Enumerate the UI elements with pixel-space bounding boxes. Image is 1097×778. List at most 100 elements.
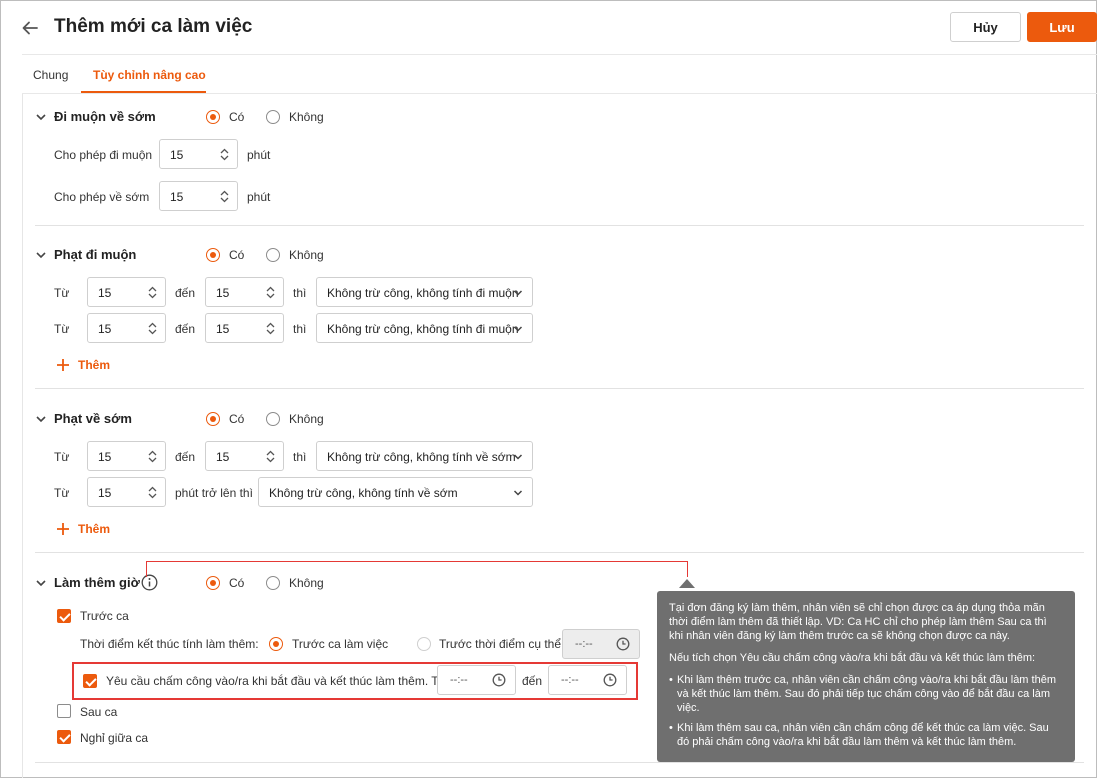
section-title-overtime: Làm thêm giờ [54,575,140,590]
late-penalty-to-value: 15 [216,286,230,300]
allow-early-label: Cho phép về sớm [54,190,150,204]
back-arrow-icon[interactable] [20,18,40,38]
spinner-icon[interactable] [266,450,275,463]
before-shift-checkbox[interactable] [57,609,71,623]
spinner-icon[interactable] [266,286,275,299]
add-label: Thêm [78,358,111,372]
late-penalty-no-radio[interactable] [266,248,280,262]
late-penalty-action-value: Không trừ công, không tính đi muộn [327,286,519,300]
collapse-chevron-icon[interactable] [35,577,47,589]
before-specific-time-label: Trước thời điểm cụ thể [439,637,562,651]
late-early-yes-radio[interactable] [206,110,220,124]
tooltip-bullet: Khi làm thêm sau ca, nhân viên cần chấm … [669,721,1063,749]
overtime-yes-radio[interactable] [206,576,220,590]
spinner-icon[interactable] [266,322,275,335]
to-label: đến [175,322,196,336]
spinner-icon[interactable] [148,286,157,299]
tooltip-paragraph: Nếu tích chọn Yêu cầu chấm công vào/ra k… [669,652,1036,664]
specific-time-input[interactable]: --:-- [562,629,640,659]
early-penalty-from-value: 15 [98,450,112,464]
page-title: Thêm mới ca làm việc [54,16,253,37]
late-penalty-to-input[interactable]: 15 [205,277,284,307]
late-penalty-from-input[interactable]: 15 [87,277,166,307]
early-penalty-from-input[interactable]: 15 [87,441,166,471]
allow-late-label: Cho phép đi muộn [54,148,153,162]
require-checkin-checkbox[interactable] [83,674,97,688]
radio-label-yes: Có [229,576,245,590]
late-penalty-to-value: 15 [216,322,230,336]
collapse-chevron-icon[interactable] [35,249,47,261]
late-penalty-action-select[interactable]: Không trừ công, không tính đi muộn [316,313,533,343]
to-label: đến [522,674,543,688]
early-penalty-yes-radio[interactable] [206,412,220,426]
from-label: Từ [54,450,70,464]
late-penalty-from-value: 15 [98,286,112,300]
left-divider [22,94,23,778]
late-penalty-action-value: Không trừ công, không tính đi muộn [327,322,519,336]
unit-label: phút [247,148,271,162]
section-title-late-early: Đi muộn về sớm [54,109,156,124]
to-time-value: --:-- [561,674,579,686]
tooltip-list: Khi làm thêm trước ca, nhân viên cần chấ… [669,673,1063,749]
minutes-or-more-label: phút trở lên thì [175,486,253,500]
then-label: thì [293,450,307,464]
chevron-down-icon [513,290,523,296]
overtime-no-radio[interactable] [266,576,280,590]
early-penalty-action-select[interactable]: Không trừ công, không tính về sớm [258,477,533,507]
chevron-down-icon [513,454,523,460]
late-penalty-from-input[interactable]: 15 [87,313,166,343]
before-shift-option-label: Trước ca làm việc [292,637,389,651]
spinner-icon[interactable] [148,450,157,463]
add-late-penalty-button[interactable]: Thêm [56,358,110,372]
overtime-from-time-input[interactable]: --:-- [437,665,516,695]
break-label: Nghỉ giữa ca [80,731,149,745]
after-shift-label: Sau ca [80,705,118,719]
from-label: Từ [54,486,70,500]
allow-late-input[interactable]: 15 [159,139,238,169]
tab-advanced-settings[interactable]: Tùy chỉnh nâng cao [93,68,206,82]
clock-icon [492,673,506,687]
tooltip-arrow [679,579,695,588]
section-divider [35,552,1084,553]
clock-icon [603,673,617,687]
before-specific-time-radio[interactable] [417,637,431,651]
break-checkbox[interactable] [57,730,71,744]
early-penalty-action-select[interactable]: Không trừ công, không tính về sớm [316,441,533,471]
allow-early-input[interactable]: 15 [159,181,238,211]
early-penalty-from-input[interactable]: 15 [87,477,166,507]
spinner-icon[interactable] [220,190,229,203]
tooltip-paragraph: Tại đơn đăng ký làm thêm, nhân viên sẽ c… [669,602,1047,642]
early-penalty-no-radio[interactable] [266,412,280,426]
chevron-down-icon [513,490,523,496]
require-checkin-label: Yêu cầu chấm công vào/ra khi bắt đầu và … [106,674,447,688]
late-penalty-to-input[interactable]: 15 [205,313,284,343]
spinner-icon[interactable] [148,322,157,335]
chevron-down-icon [513,326,523,332]
section-divider [35,388,1084,389]
add-label: Thêm [78,522,111,536]
section-title-early-penalty: Phạt về sớm [54,411,132,426]
plus-icon [57,523,69,535]
cancel-button[interactable]: Hủy [950,12,1021,42]
after-shift-checkbox[interactable] [57,704,71,718]
early-penalty-to-input[interactable]: 15 [205,441,284,471]
collapse-chevron-icon[interactable] [35,111,47,123]
section-title-late-penalty: Phạt đi muộn [54,247,137,262]
overtime-to-time-input[interactable]: --:-- [548,665,627,695]
collapse-chevron-icon[interactable] [35,413,47,425]
spinner-icon[interactable] [148,486,157,499]
unit-label: phút [247,190,271,204]
from-label: Từ [54,286,70,300]
late-early-no-radio[interactable] [266,110,280,124]
tab-general[interactable]: Chung [33,68,68,82]
before-shift-option-radio[interactable] [269,637,283,651]
late-penalty-yes-radio[interactable] [206,248,220,262]
late-penalty-action-select[interactable]: Không trừ công, không tính đi muộn [316,277,533,307]
save-button[interactable]: Lưu [1027,12,1097,42]
radio-label-no: Không [289,412,324,426]
clock-icon [616,637,630,651]
add-early-penalty-button[interactable]: Thêm [56,522,110,536]
radio-label-no: Không [289,110,324,124]
spinner-icon[interactable] [220,148,229,161]
section-divider [35,762,1084,763]
